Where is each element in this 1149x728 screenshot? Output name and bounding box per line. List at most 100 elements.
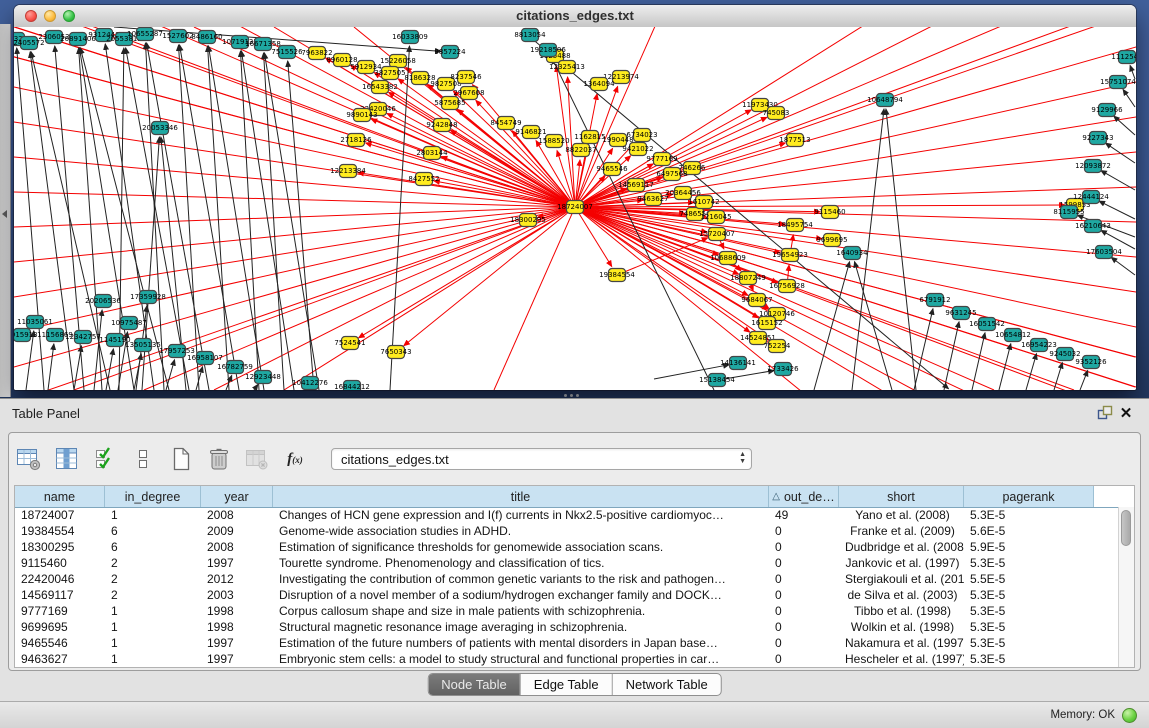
table-cell: 5.5E-5 [964,572,1094,586]
new-table-button[interactable] [167,445,195,473]
graph-node-label: 18724007 [557,203,593,211]
column-header-year[interactable]: year [201,486,273,507]
tab-node-table[interactable]: Node Table [428,674,521,695]
select-rows-button[interactable] [91,445,119,473]
table-cell: 19384554 [15,524,105,538]
table-cell: 9699695 [15,620,105,634]
graph-node-label: 12444124 [1073,193,1109,201]
graph-node-label: 10648794 [867,96,903,104]
graph-node-label: 16033809 [392,33,428,41]
graph-node-label: 9115460 [814,208,845,216]
column-header-in_degree[interactable]: in_degree [105,486,201,507]
network-window[interactable]: citations_edges.txt 18724007796382289601… [14,5,1136,390]
table-row[interactable]: 1872400712008Changes of HCN gene express… [15,507,1119,523]
table-row[interactable]: 946362711997Embryonic stem cells: a mode… [15,651,1119,667]
table-cell: Wolkin et al. (1998) [839,620,964,634]
table-cell: 2003 [201,588,273,602]
graph-node-label: 9129966 [1091,106,1123,114]
graph-node-label: 11035061 [17,318,53,326]
graph-node-label: 9699695 [816,236,847,244]
table-cell: Hescheler et al. (1997) [839,652,964,666]
table-cell: 0 [769,572,839,586]
graph-node-label: 1610742 [688,198,719,206]
tab-network-table[interactable]: Network Table [613,674,721,695]
delete-table-button[interactable] [205,445,233,473]
table-row[interactable]: 1938455462009Genome-wide association stu… [15,523,1119,539]
combo-arrows-icon: ▲▼ [739,451,746,465]
table-vertical-scrollbar[interactable] [1118,507,1134,667]
network-canvas[interactable]: 1872400779638228960128591293415226058382… [14,27,1136,390]
table-row[interactable]: 1830029562008Estimation of significance … [15,539,1119,555]
table-row[interactable]: 969969511998Structural magnetic resonanc… [15,619,1119,635]
graph-node-label: 1216045 [700,213,731,221]
table-cell: 6 [105,540,201,554]
column-header-name[interactable]: name [15,486,105,507]
column-header-out_de[interactable]: △out_de… [769,486,839,507]
table-cell: Franke et al. (2009) [839,524,964,538]
column-header-short[interactable]: short [839,486,964,507]
table-cell: 1 [105,636,201,650]
tab-edge-table[interactable]: Edge Table [521,674,613,695]
graph-node-label: 10688609 [710,254,746,262]
node-table: namein_degreeyeartitle△out_de…shortpager… [14,485,1135,668]
graph-node-label: 12325413 [549,63,585,71]
table-row[interactable]: 977716911998Corpus callosum shape and si… [15,603,1119,619]
graph-node-label: 20206536 [85,297,121,305]
rows-button[interactable] [129,445,157,473]
graph-node-label: 17359928 [130,293,166,301]
column-header-title[interactable]: title [273,486,769,507]
float-icon [1096,405,1113,421]
network-graph[interactable]: 1872400779638228960128591293415226058382… [14,27,1136,390]
left-collapse-strip[interactable] [0,24,11,397]
graph-node-label: 8115955 [1053,208,1084,216]
float-panel-button[interactable] [1093,403,1115,423]
table-cell: 5.3E-5 [964,588,1094,602]
column-visibility-button[interactable] [53,445,81,473]
table-row[interactable]: 911546021997Tourette syndrome. Phenomeno… [15,555,1119,571]
table-cell: Disruption of a novel member of a sodium… [273,588,769,602]
graph-node-label: 15720407 [699,230,735,238]
graph-node-label: 1588520 [538,137,569,145]
import-table-button-disabled[interactable] [243,445,271,473]
function-builder-button[interactable]: f(x) [281,445,309,473]
table-cell: Jankovic et al. (1997) [839,556,964,570]
table-settings-icon [16,446,42,472]
header-filler [1094,486,1134,507]
table-cell: 18724007 [15,508,105,522]
table-cell: 0 [769,556,839,570]
table-cell: 1 [105,620,201,634]
column-header-pagerank[interactable]: pagerank [964,486,1094,507]
table-cell: 2 [105,556,201,570]
graph-node-label: 9631245 [945,309,976,317]
new-file-icon [170,446,192,472]
table-row[interactable]: 2242004622012Investigating the contribut… [15,571,1119,587]
graph-node-label: 745083 [763,109,790,117]
graph-node-label: 2967608 [453,89,484,97]
graph-node-label: 5875685 [434,99,465,107]
graph-nodes: 1872400779638228960128591293415226058382… [14,28,1136,391]
graph-node-label: 8237546 [450,73,482,81]
graph-node-label: 7515526 [271,48,303,56]
scrollbar-thumb[interactable] [1121,510,1131,546]
table-cell: 5.3E-5 [964,620,1094,634]
graph-node-label: 9352126 [1075,358,1107,366]
table-panel-box: f(x) citations_edges.txt ▲▼ namein_degre… [8,432,1141,671]
window-titlebar[interactable]: citations_edges.txt [14,5,1136,28]
graph-node-label: 15226058 [380,57,416,65]
table-combobox[interactable]: citations_edges.txt ▲▼ [331,448,752,470]
table-cell: 22420046 [15,572,105,586]
table-cell: 9777169 [15,604,105,618]
table-cell: Genome-wide association studies in ADHD. [273,524,769,538]
table-row[interactable]: 1456911722003Disruption of a novel membe… [15,587,1119,603]
table-cell: 5.3E-5 [964,652,1094,666]
table-cell: 0 [769,652,839,666]
table-settings-button[interactable] [15,445,43,473]
graph-node-label: 10412276 [292,379,328,387]
table-combobox-value: citations_edges.txt [341,452,449,467]
graph-node-label: 9465546 [596,165,628,173]
graph-node-label: 9146821 [515,128,546,136]
table-cell: 0 [769,588,839,602]
rows-icon [136,447,150,471]
table-row[interactable]: 946554611997Estimation of the future num… [15,635,1119,651]
close-panel-button[interactable]: ✕ [1115,403,1137,423]
